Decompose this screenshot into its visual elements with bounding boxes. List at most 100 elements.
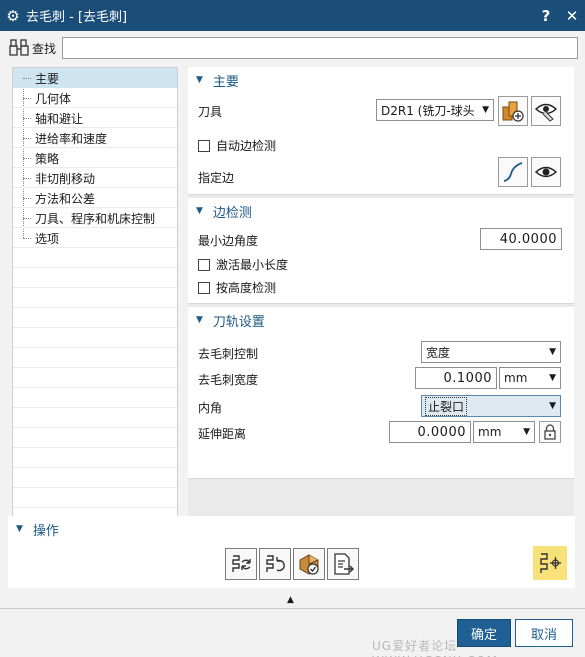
verify-button[interactable] — [293, 548, 325, 580]
inner-corner-select[interactable]: 止裂口 ▼ — [421, 395, 561, 417]
deburr-control-label: 去毛刺控制 — [198, 347, 259, 361]
window-title: 去毛刺 - [去毛刺] — [26, 10, 128, 25]
deburr-width-unit-select[interactable]: mm ▼ — [499, 367, 561, 389]
edit-tool-button[interactable] — [531, 96, 561, 126]
binoculars-icon — [6, 36, 32, 60]
eye-icon — [534, 166, 558, 178]
checkbox-icon — [198, 139, 210, 152]
operations-title: 操作 — [32, 523, 59, 539]
activate-min-length-label: 激活最小长度 — [216, 258, 289, 272]
close-button[interactable]: ✕ — [559, 7, 585, 25]
replay-button[interactable] — [259, 548, 291, 580]
generate-button[interactable] — [225, 548, 257, 580]
tree-empty-row — [13, 328, 177, 348]
height-check-checkbox[interactable]: 按高度检测 — [198, 279, 276, 296]
specify-edge-button[interactable] — [498, 157, 528, 187]
collapse-triangle-icon: ▼ — [196, 206, 203, 216]
tree-empty-row — [13, 308, 177, 328]
chevron-down-icon: ▼ — [549, 373, 556, 383]
extend-distance-input[interactable]: 0.0000 — [389, 421, 471, 443]
tree-item-feeds-speeds[interactable]: 进给率和速度 — [13, 128, 177, 148]
activate-min-length-checkbox[interactable]: 激活最小长度 — [198, 256, 288, 273]
inner-corner-label: 内角 — [198, 401, 223, 415]
edge-section-title: 边检测 — [212, 205, 252, 221]
tree-item-strategy[interactable]: 策略 — [13, 148, 177, 168]
chevron-down-icon: ▼ — [523, 427, 530, 437]
collapse-triangle-icon: ▼ — [16, 524, 23, 534]
edge-detection-section: ▼ 边检测 最小边角度 40.0000 激活最小长度 按高度检测 — [188, 198, 574, 304]
specify-edge-label: 指定边 — [198, 171, 235, 185]
chevron-down-icon: ▼ — [482, 105, 489, 115]
search-input[interactable] — [62, 37, 578, 59]
path-section-title: 刀轨设置 — [212, 314, 265, 330]
tree-item-axis-avoidance[interactable]: 轴和避让 — [13, 108, 177, 128]
tool-select[interactable]: D2R1 (铣刀-球头 ▼ — [376, 99, 494, 121]
tree-item-tool-program-machine[interactable]: 刀具、程序和机床控制 — [13, 208, 177, 228]
extend-distance-unit-value: mm — [478, 425, 502, 439]
min-angle-label: 最小边角度 — [198, 234, 259, 248]
operations-header[interactable]: ▼ 操作 — [8, 516, 575, 542]
tree-item-options[interactable]: 选项 — [13, 228, 177, 248]
curve-icon — [503, 162, 523, 182]
tool-path-settings-section: ▼ 刀轨设置 去毛刺控制 宽度 ▼ 去毛刺宽度 0.1000 mm ▼ 内角 止… — [188, 307, 574, 479]
chevron-down-icon: ▼ — [549, 347, 556, 357]
watermark-text: UG爱好者论坛 WWW.UGSNX.COM — [372, 639, 497, 657]
search-row: 查找 — [6, 35, 578, 61]
tree-empty-row — [13, 368, 177, 388]
main-section-title: 主要 — [212, 74, 239, 90]
path-section-header[interactable]: ▼ 刀轨设置 — [188, 307, 574, 333]
replay-icon — [266, 555, 285, 572]
operations-section: ▼ 操作 — [8, 516, 575, 588]
deburr-control-select[interactable]: 宽度 ▼ — [421, 341, 561, 363]
new-tool-button[interactable] — [498, 96, 528, 126]
min-angle-input[interactable]: 40.0000 — [480, 228, 562, 250]
tree-item-method-tolerance[interactable]: 方法和公差 — [13, 188, 177, 208]
auto-edge-label: 自动边检测 — [216, 139, 277, 153]
settings-panel: ▼ 主要 刀具 D2R1 (铣刀-球头 ▼ 自动边检测 指定边 ▼ 边检测 最小… — [188, 67, 574, 517]
display-edge-button[interactable] — [531, 157, 561, 187]
tree-item-main[interactable]: 主要 — [13, 68, 177, 88]
edit-display-icon — [534, 103, 558, 122]
tree-empty-row — [13, 448, 177, 468]
gear-icon[interactable]: ⚙ — [0, 7, 26, 25]
footer-divider — [0, 608, 585, 609]
tree-empty-row — [13, 348, 177, 368]
collapse-up-icon[interactable]: ▲ — [287, 595, 294, 605]
auto-edge-checkbox[interactable]: 自动边检测 — [198, 137, 276, 154]
navigation-tree: 主要 几何体 轴和避让 进给率和速度 策略 非切削移动 方法和公差 刀具、程序和… — [12, 67, 178, 517]
main-section: ▼ 主要 刀具 D2R1 (铣刀-球头 ▼ 自动边检测 指定边 — [188, 67, 574, 195]
path-settings-icon — [540, 553, 561, 573]
height-check-label: 按高度检测 — [216, 281, 277, 295]
help-button[interactable]: ? — [533, 7, 559, 25]
tree-empty-row — [13, 428, 177, 448]
collapse-triangle-icon: ▼ — [196, 315, 203, 325]
lock-button[interactable] — [539, 421, 561, 443]
tree-empty-row — [13, 248, 177, 268]
tree-item-geometry[interactable]: 几何体 — [13, 88, 177, 108]
tool-label: 刀具 — [198, 105, 223, 119]
deburr-width-input[interactable]: 0.1000 — [415, 367, 497, 389]
main-section-header[interactable]: ▼ 主要 — [188, 67, 574, 93]
generate-icon — [232, 555, 251, 572]
tree-empty-row — [13, 488, 177, 508]
list-export-icon — [334, 553, 354, 575]
deburr-control-value: 宽度 — [426, 345, 451, 360]
extend-distance-unit-select[interactable]: mm ▼ — [473, 421, 535, 443]
lock-icon — [544, 424, 556, 440]
collapse-triangle-icon: ▼ — [196, 75, 203, 85]
tree-empty-row — [13, 388, 177, 408]
tree-item-non-cutting-moves[interactable]: 非切削移动 — [13, 168, 177, 188]
tree-empty-row — [13, 468, 177, 488]
chevron-down-icon: ▼ — [549, 401, 556, 411]
tree-empty-row — [13, 408, 177, 428]
checkbox-icon — [198, 281, 210, 294]
list-button[interactable] — [327, 548, 359, 580]
path-settings-button[interactable] — [533, 546, 567, 580]
title-bar: ⚙ 去毛刺 - [去毛刺] ? ✕ — [0, 0, 585, 31]
search-label: 查找 — [32, 41, 57, 56]
edge-section-header[interactable]: ▼ 边检测 — [188, 198, 574, 224]
dialog-body: 查找 主要 几何体 轴和避让 进给率和速度 策略 非切削移动 方法和公差 刀具、… — [0, 31, 585, 657]
extend-distance-label: 延伸距离 — [198, 427, 247, 441]
tool-select-value: D2R1 (铣刀-球头 — [381, 103, 475, 118]
inner-corner-value: 止裂口 — [424, 396, 468, 416]
